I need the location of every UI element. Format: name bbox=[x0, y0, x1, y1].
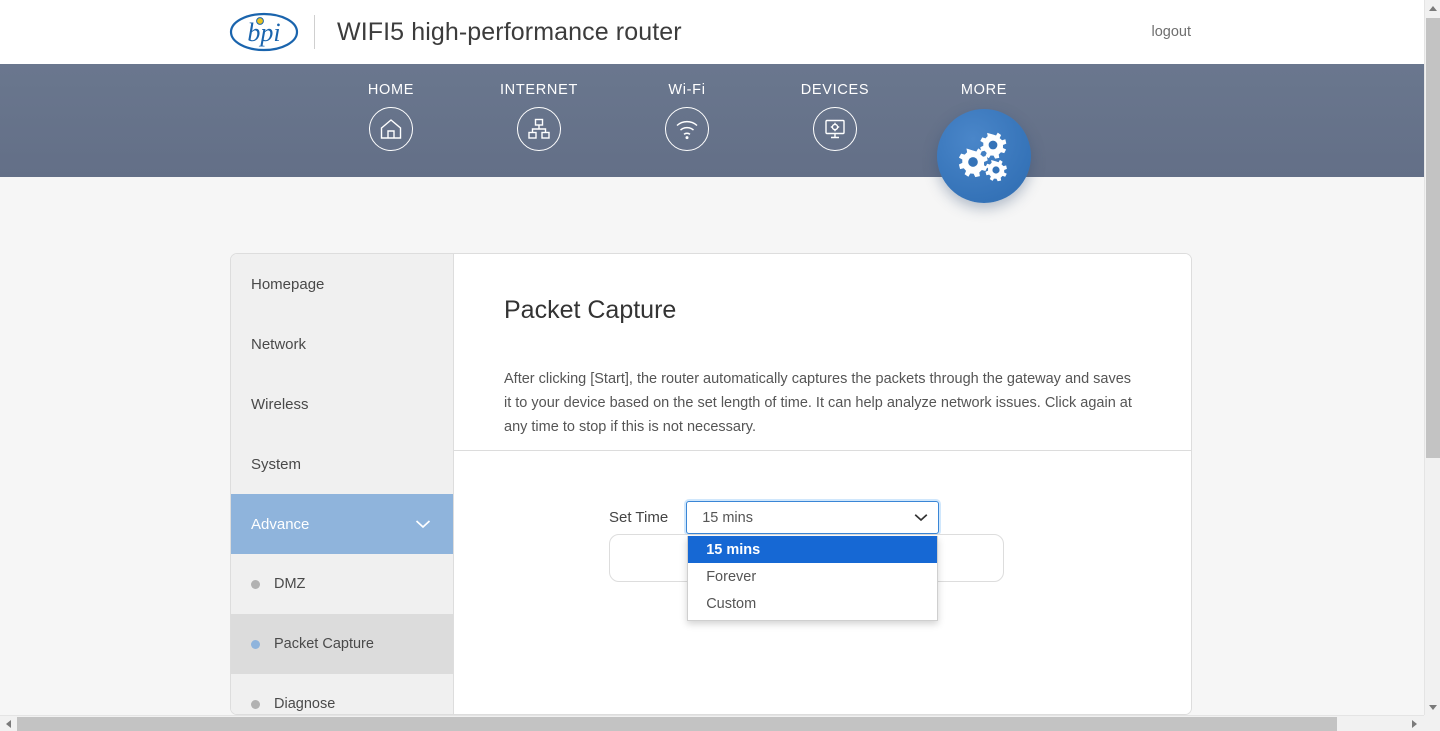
sidebar-item-label: System bbox=[251, 455, 302, 473]
sidebar-item-label: Diagnose bbox=[274, 696, 336, 712]
nav-item-more[interactable]: MORE bbox=[924, 82, 1044, 203]
set-time-selected-value: 15 mins bbox=[702, 509, 753, 526]
sidebar-item-diagnose[interactable]: Diagnose bbox=[231, 674, 453, 714]
wifi-icon bbox=[665, 107, 709, 151]
horizontal-scrollbar-thumb[interactable] bbox=[17, 717, 1337, 731]
settings-card: Homepage Network Wireless System Advance bbox=[230, 253, 1192, 715]
bullet-icon bbox=[251, 579, 260, 589]
sidebar-item-advance[interactable]: Advance bbox=[231, 494, 453, 554]
brand-divider bbox=[314, 15, 315, 49]
sidebar-item-network[interactable]: Network bbox=[231, 314, 453, 374]
chevron-down-icon bbox=[415, 519, 431, 529]
set-time-select[interactable]: 15 mins bbox=[686, 501, 940, 534]
svg-text:bpi: bpi bbox=[247, 18, 280, 47]
scroll-right-arrow-icon[interactable] bbox=[1406, 716, 1423, 731]
gears-icon bbox=[937, 109, 1031, 203]
browser-viewport: bpi WIFI5 high-performance router logout… bbox=[0, 0, 1440, 731]
sidebar-item-homepage[interactable]: Homepage bbox=[231, 254, 453, 314]
set-time-row: Set Time 15 mins 15 mins Forever Custom bbox=[454, 501, 1191, 621]
set-time-options-list: 15 mins Forever Custom bbox=[687, 536, 939, 621]
chevron-down-icon bbox=[914, 513, 928, 522]
vertical-scrollbar[interactable] bbox=[1424, 0, 1440, 716]
app-header: bpi WIFI5 high-performance router logout bbox=[0, 0, 1424, 64]
scroll-left-arrow-icon[interactable] bbox=[0, 716, 17, 731]
content-body: Set Time 15 mins 15 mins Forever Custom bbox=[454, 451, 1191, 621]
scroll-down-arrow-icon[interactable] bbox=[1425, 699, 1440, 716]
set-time-option-15-mins[interactable]: 15 mins bbox=[688, 536, 938, 563]
page-description: After clicking [Start], the router autom… bbox=[504, 371, 1132, 435]
scroll-up-arrow-icon[interactable] bbox=[1425, 0, 1440, 17]
set-time-option-custom[interactable]: Custom bbox=[688, 590, 937, 617]
house-icon bbox=[369, 107, 413, 151]
sidebar-item-system[interactable]: System bbox=[231, 434, 453, 494]
option-label: Forever bbox=[706, 568, 757, 585]
content-header: Packet Capture After clicking [Start], t… bbox=[454, 254, 1191, 451]
set-time-select-wrapper: 15 mins 15 mins Forever Custom bbox=[686, 501, 940, 621]
option-label: Custom bbox=[706, 595, 757, 612]
nav-label: Wi-Fi bbox=[668, 82, 706, 98]
brand: bpi WIFI5 high-performance router bbox=[228, 8, 682, 56]
main-navigation: HOME INTERNET Wi-Fi DEVICES MORE bbox=[0, 64, 1424, 203]
nav-label: INTERNET bbox=[499, 82, 579, 98]
sidebar-item-label: DMZ bbox=[274, 576, 306, 592]
settings-content: Packet Capture After clicking [Start], t… bbox=[454, 254, 1191, 714]
nav-label: DEVICES bbox=[800, 82, 870, 98]
option-label: 15 mins bbox=[706, 541, 761, 558]
page-title-header: WIFI5 high-performance router bbox=[337, 17, 682, 46]
nav-item-devices[interactable]: DEVICES bbox=[775, 82, 895, 151]
page-title: Packet Capture bbox=[504, 296, 677, 324]
horizontal-scrollbar[interactable] bbox=[0, 715, 1440, 731]
nav-item-wifi[interactable]: Wi-Fi bbox=[627, 82, 747, 151]
sidebar-item-label: Wireless bbox=[251, 395, 309, 413]
vertical-scrollbar-thumb[interactable] bbox=[1426, 18, 1440, 458]
sidebar-item-label: Homepage bbox=[251, 275, 325, 293]
sidebar-item-label: Advance bbox=[251, 515, 310, 533]
monitor-icon bbox=[813, 107, 857, 151]
sidebar-item-label: Packet Capture bbox=[274, 636, 374, 652]
bpi-logo-icon: bpi bbox=[228, 8, 300, 56]
nav-label: HOME bbox=[367, 82, 415, 98]
bullet-icon bbox=[251, 699, 260, 709]
scrollbar-corner bbox=[1424, 715, 1440, 731]
nav-item-home[interactable]: HOME bbox=[331, 82, 451, 151]
set-time-option-forever[interactable]: Forever bbox=[688, 563, 937, 590]
logout-button[interactable]: logout bbox=[1151, 24, 1191, 40]
nav-item-internet[interactable]: INTERNET bbox=[479, 82, 599, 151]
sidebar-item-wireless[interactable]: Wireless bbox=[231, 374, 453, 434]
sidebar-item-dmz[interactable]: DMZ bbox=[231, 554, 453, 614]
nav-label: MORE bbox=[960, 82, 1008, 98]
network-icon bbox=[517, 107, 561, 151]
sidebar-item-label: Network bbox=[251, 335, 307, 353]
settings-sidebar: Homepage Network Wireless System Advance bbox=[231, 254, 454, 714]
set-time-label: Set Time bbox=[609, 509, 669, 526]
sidebar-item-packet-capture[interactable]: Packet Capture bbox=[231, 614, 453, 674]
bullet-icon bbox=[251, 639, 260, 649]
